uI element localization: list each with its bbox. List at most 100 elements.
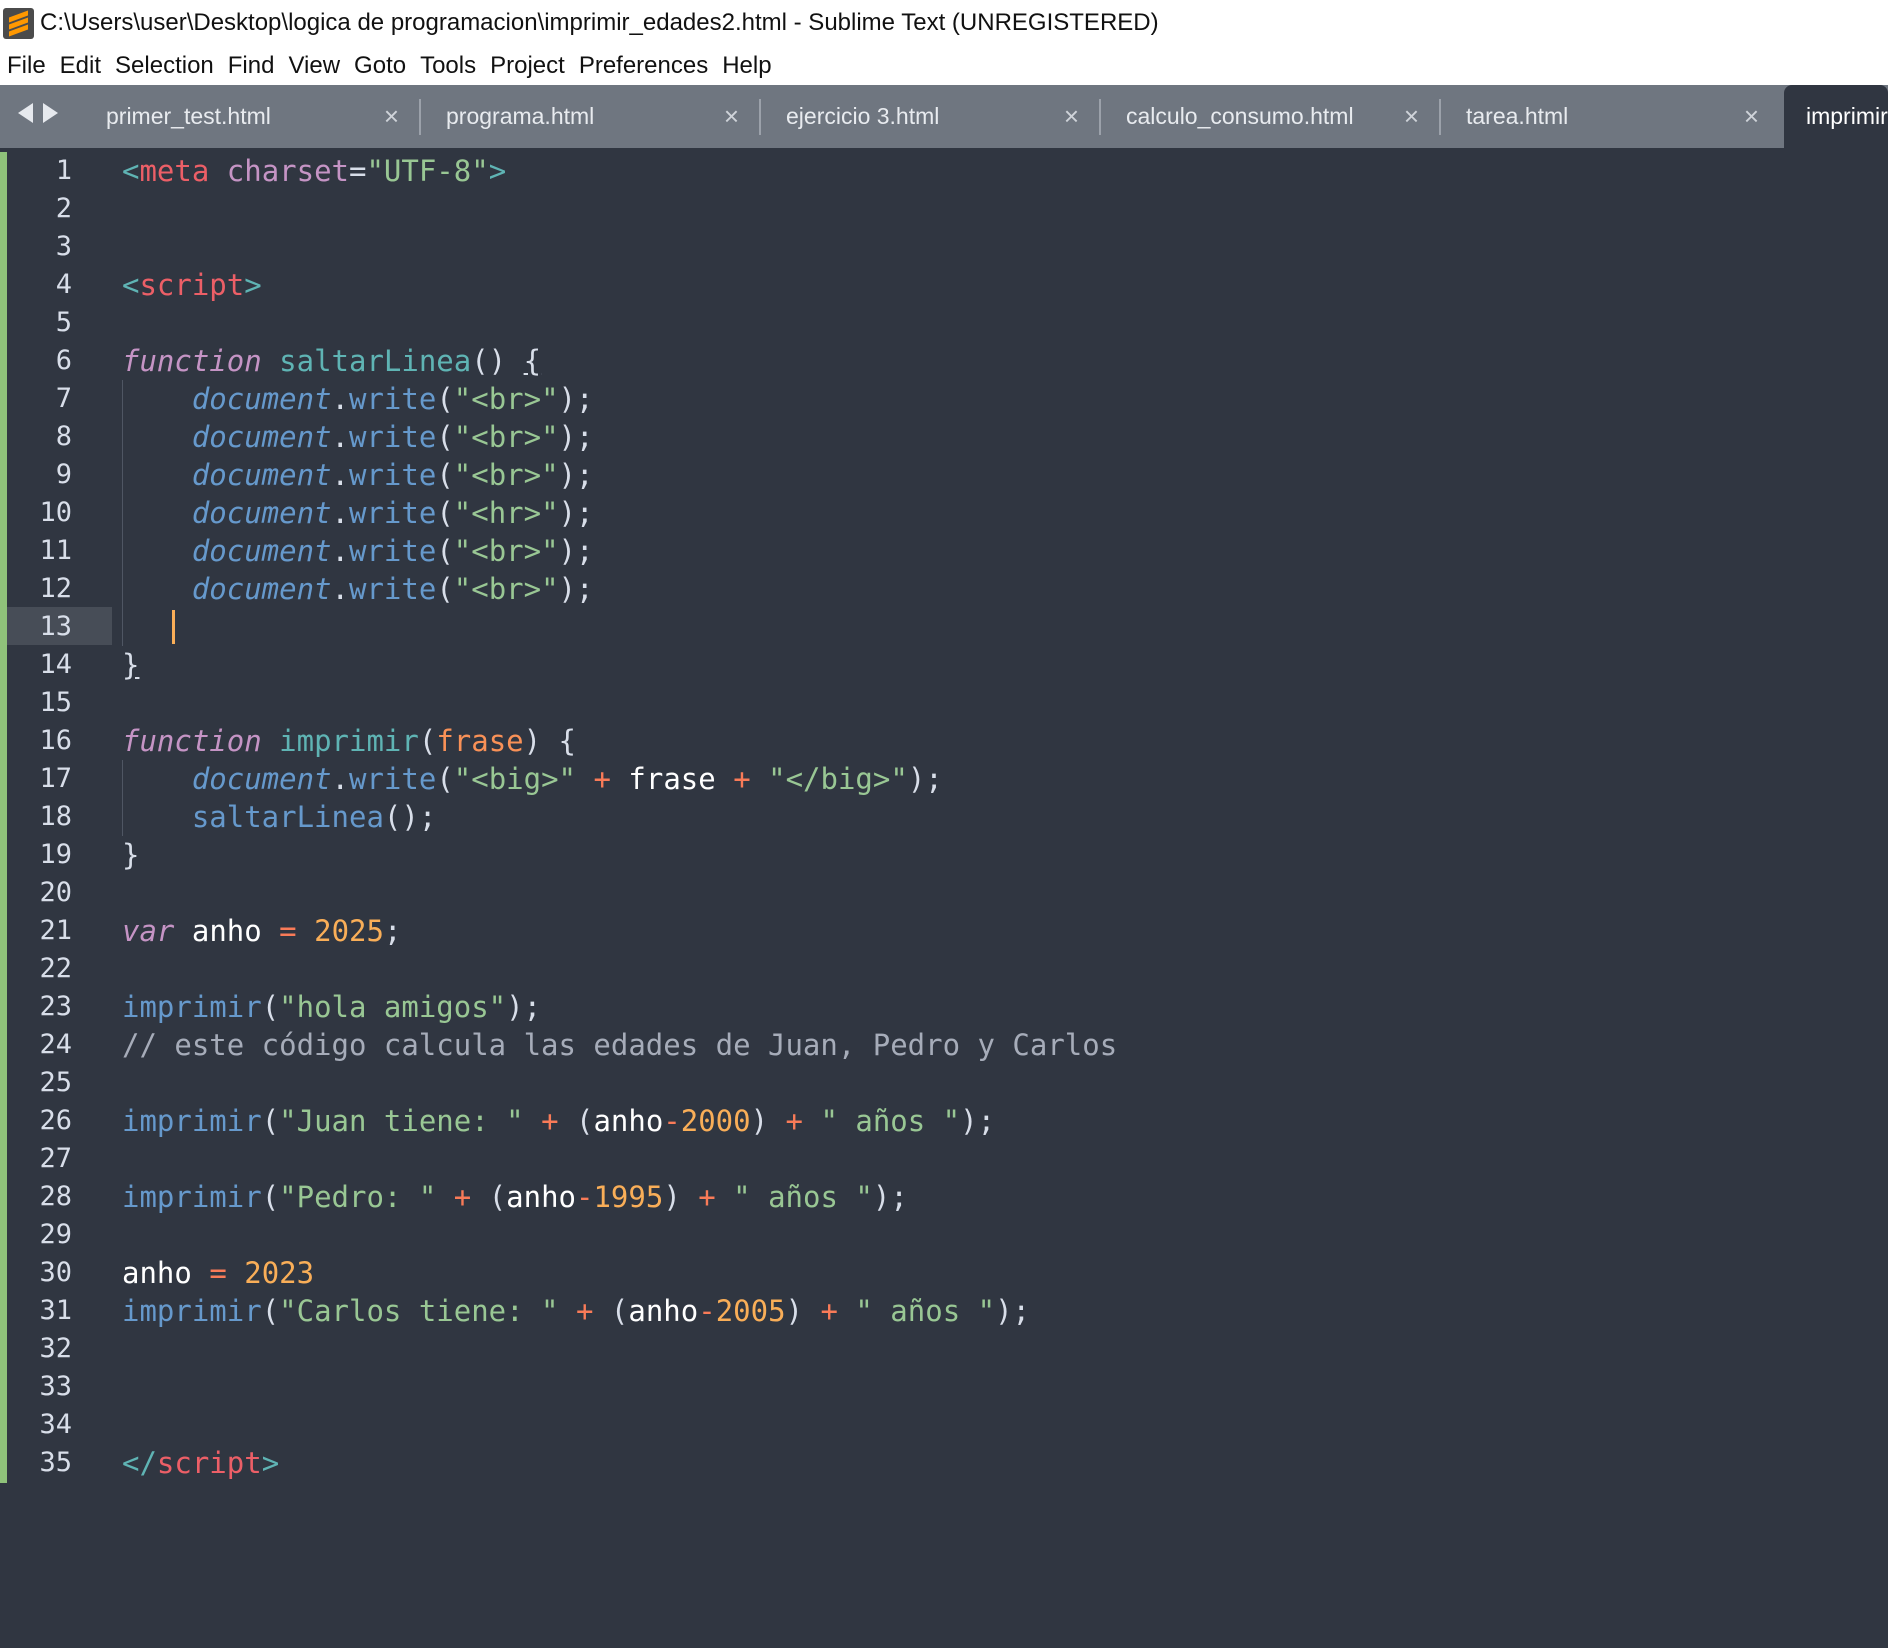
menu-preferences[interactable]: Preferences [579, 52, 708, 80]
line-number: 1 [55, 155, 72, 186]
code-token: imprimir [122, 1294, 262, 1328]
code-token: document [191, 420, 332, 454]
code-token: ) { [523, 724, 577, 758]
code-line[interactable]: 4 <script> [0, 266, 1888, 304]
line-number: 27 [39, 1143, 72, 1174]
line-number: 34 [39, 1409, 72, 1440]
code-line[interactable]: 26 imprimir("Juan tiene: " + (anho-2000) … [0, 1102, 1888, 1140]
code-line[interactable]: 28 imprimir("Pedro: " + (anho-1995) + " a… [0, 1178, 1888, 1216]
tab-ejercicio-3[interactable]: ejercicio 3.html × [759, 85, 1099, 148]
menu-file[interactable]: File [7, 52, 46, 80]
tab-tarea[interactable]: tarea.html × [1439, 85, 1779, 148]
code-line-text: // este código calcula las edades de Jua… [122, 1026, 1117, 1064]
menu-edit[interactable]: Edit [60, 52, 101, 80]
code-token: ( [261, 1180, 280, 1214]
tab-imprimir-active[interactable]: imprimir [1784, 85, 1888, 148]
menu-goto[interactable]: Goto [354, 52, 406, 80]
code-line[interactable]: 22 [0, 950, 1888, 988]
code-line[interactable]: 34 [0, 1406, 1888, 1444]
code-line[interactable]: 29 [0, 1216, 1888, 1254]
code-line[interactable]: 1 <meta charset="UTF-8"> [0, 152, 1888, 190]
code-line[interactable]: 23 imprimir("hola amigos"); [0, 988, 1888, 1026]
code-line-text: } [122, 836, 139, 874]
code-line[interactable]: 11 document.write("<br>"); [0, 532, 1888, 570]
menu-help[interactable]: Help [722, 52, 771, 80]
tab-primer-test[interactable]: primer_test.html × [79, 85, 419, 148]
close-tab-icon[interactable]: × [724, 103, 739, 129]
code-line[interactable]: 9 document.write("<br>"); [0, 456, 1888, 494]
code-line[interactable]: 6 function saltarLinea() { [0, 342, 1888, 380]
code-token: "<br>" [453, 458, 559, 492]
code-token: - [698, 1294, 716, 1328]
menu-find[interactable]: Find [228, 52, 275, 80]
code-line[interactable]: 10 document.write("<hr>"); [0, 494, 1888, 532]
menu-selection[interactable]: Selection [115, 52, 214, 80]
code-line[interactable]: 13 [0, 608, 1888, 646]
code-line[interactable]: 14} [0, 646, 1888, 684]
code-token: ( [436, 572, 454, 606]
code-token: { [523, 344, 542, 378]
previous-tab-arrow-icon[interactable] [18, 103, 33, 123]
line-number: 9 [55, 459, 72, 490]
code-line[interactable]: 32 [0, 1330, 1888, 1368]
code-line[interactable]: 3 [0, 228, 1888, 266]
sublime-text-logo-icon [3, 7, 34, 39]
line-number: 25 [39, 1067, 72, 1098]
code-line[interactable]: 24 // este código calcula las edades de J… [0, 1026, 1888, 1064]
line-number: 15 [39, 687, 72, 718]
code-line[interactable]: 18 saltarLinea(); [0, 798, 1888, 836]
code-line[interactable]: 33 [0, 1368, 1888, 1406]
code-token: function [122, 344, 262, 378]
close-tab-icon[interactable]: × [384, 103, 399, 129]
code-editor[interactable]: 1 <meta charset="UTF-8"> 2 3 4 <script> 5 6 func… [0, 148, 1888, 1648]
line-number: 21 [39, 915, 72, 946]
code-line[interactable]: 5 [0, 304, 1888, 342]
code-line[interactable]: 27 [0, 1140, 1888, 1178]
code-line[interactable]: 16 function imprimir(frase) { [0, 722, 1888, 760]
code-line-text: } [122, 646, 139, 684]
next-tab-arrow-icon[interactable] [43, 103, 58, 123]
code-token: </ [122, 1446, 157, 1480]
code-line[interactable]: 17 document.write("<big>" + frase + "</b… [0, 760, 1888, 798]
code-line[interactable]: 12 document.write("<br>"); [0, 570, 1888, 608]
close-tab-icon[interactable]: × [1064, 103, 1079, 129]
tab-programa[interactable]: programa.html × [419, 85, 759, 148]
code-line[interactable]: 20 [0, 874, 1888, 912]
close-tab-icon[interactable]: × [1404, 103, 1419, 129]
code-line[interactable]: 2 [0, 190, 1888, 228]
code-line-text: imprimir("Pedro: " + (anho-1995) + " año… [122, 1178, 908, 1216]
code-token: . [331, 762, 349, 796]
menu-tools[interactable]: Tools [420, 52, 476, 80]
code-line[interactable]: 19} [0, 836, 1888, 874]
code-line[interactable]: 35 </script> [0, 1444, 1888, 1482]
menu-view[interactable]: View [288, 52, 340, 80]
menu-bar: File Edit Selection Find View Goto Tools… [0, 46, 1888, 85]
code-line-text: <meta charset="UTF-8"> [122, 152, 506, 190]
code-token: ) [663, 1180, 699, 1214]
code-token: function [122, 724, 262, 758]
code-token: "<br>" [453, 382, 559, 416]
close-tab-icon[interactable]: × [1744, 103, 1759, 129]
code-line[interactable]: 30 anho = 2023 [0, 1254, 1888, 1292]
menu-project[interactable]: Project [490, 52, 565, 80]
code-line[interactable]: 15 [0, 684, 1888, 722]
code-token: ( [436, 458, 454, 492]
line-number: 35 [39, 1447, 72, 1478]
code-token: ( [471, 1180, 507, 1214]
code-token: . [331, 496, 349, 530]
code-line[interactable]: 31 imprimir("Carlos tiene: " + (anho-2005… [0, 1292, 1888, 1330]
code-token: "<br>" [453, 572, 559, 606]
tab-calculo-consumo[interactable]: calculo_consumo.html × [1099, 85, 1439, 148]
code-line[interactable]: 7 document.write("<br>"); [0, 380, 1888, 418]
code-line[interactable]: 8 document.write("<br>"); [0, 418, 1888, 456]
code-line-text: document.write("<br>"); [122, 456, 594, 494]
code-area[interactable]: 1 <meta charset="UTF-8"> 2 3 4 <script> 5 6 func… [0, 152, 1888, 1482]
code-token: " años " [855, 1294, 996, 1328]
code-token: . [331, 572, 349, 606]
code-token: write [349, 534, 437, 568]
code-line[interactable]: 21 var anho = 2025; [0, 912, 1888, 950]
code-line[interactable]: 25 [0, 1064, 1888, 1102]
